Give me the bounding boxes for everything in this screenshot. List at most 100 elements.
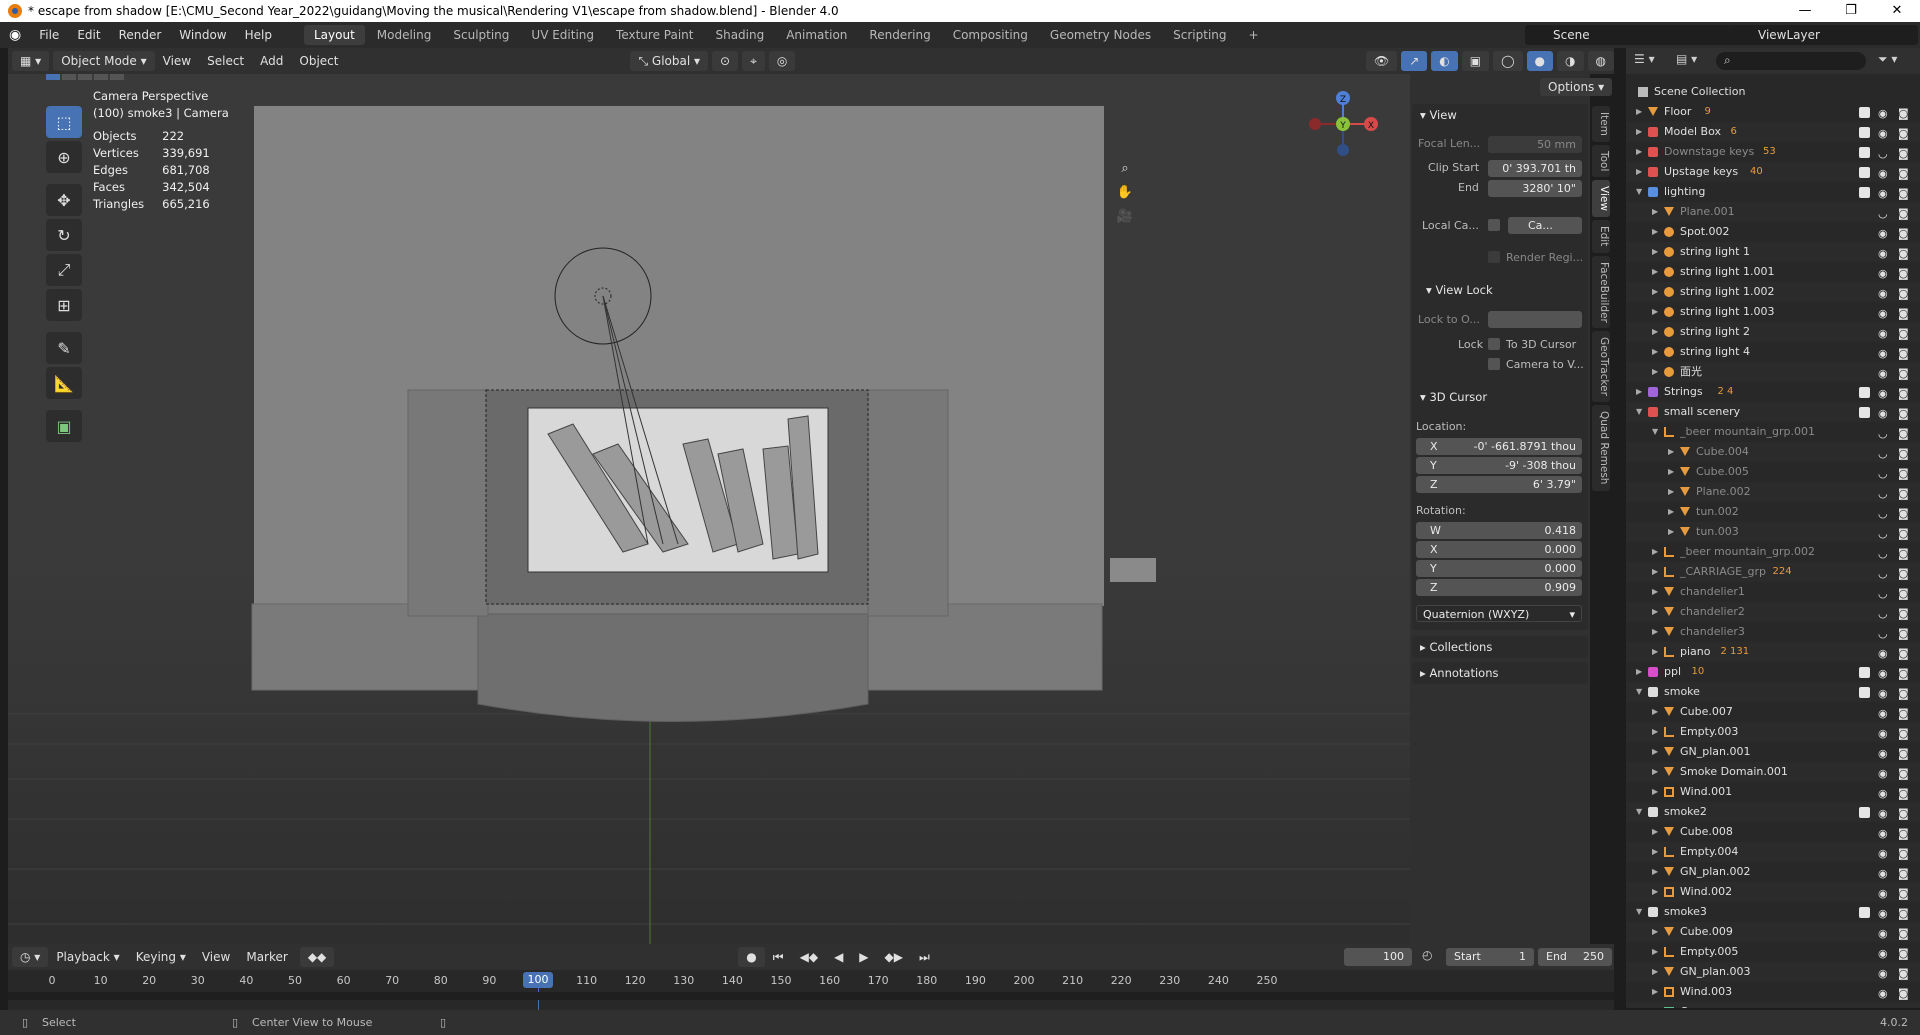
visibility-eye-icon[interactable]: ◉: [1878, 244, 1888, 264]
visibility-eye-icon[interactable]: ◉: [1878, 264, 1888, 284]
exclude-checkbox[interactable]: [1859, 907, 1870, 918]
display-mode-icon[interactable]: ▤ ▾: [1676, 52, 1697, 66]
tab-sculpting[interactable]: Sculpting: [443, 25, 519, 45]
expand-arrow-icon[interactable]: ▶: [1652, 722, 1658, 742]
zoom-icon[interactable]: ⌕: [1114, 158, 1136, 180]
visibility-eye-icon[interactable]: ◉: [1878, 644, 1888, 664]
outliner-row[interactable]: ▶ Cube.005 ◡ ◙: [1626, 462, 1920, 482]
expand-arrow-icon[interactable]: ▶: [1652, 782, 1658, 802]
add-workspace-button[interactable]: +: [1239, 25, 1269, 45]
outliner-row[interactable]: ▶ ppl 10 ◉ ◙: [1626, 662, 1920, 682]
outliner-row[interactable]: ▶ piano 2 131 ◉ ◙: [1626, 642, 1920, 662]
expand-arrow-icon[interactable]: ▶: [1652, 562, 1658, 582]
outliner-row[interactable]: ▶ Plane.002 ◡ ◙: [1626, 482, 1920, 502]
pivot-icon[interactable]: ⊙: [712, 51, 739, 71]
collapse-arrow-icon[interactable]: ▼: [1636, 182, 1642, 202]
render-camera-icon[interactable]: ◙: [1898, 404, 1909, 424]
select-subtract-icon[interactable]: [78, 74, 92, 80]
expand-arrow-icon[interactable]: ▶: [1652, 282, 1658, 302]
expand-arrow-icon[interactable]: ▶: [1636, 122, 1642, 142]
visibility-eye-icon[interactable]: ◡: [1878, 204, 1888, 224]
view-panel-header[interactable]: ▾ View: [1412, 104, 1588, 126]
outliner-row[interactable]: ▶ Upstage keys 40 ◉ ◙: [1626, 162, 1920, 182]
cursor-z-field[interactable]: Z 6' 3.79": [1416, 476, 1582, 493]
solid-shading-icon[interactable]: ●: [1526, 51, 1554, 71]
visibility-eye-icon[interactable]: ◉: [1878, 964, 1888, 984]
render-camera-icon[interactable]: ◙: [1898, 564, 1909, 584]
render-camera-icon[interactable]: ◙: [1898, 584, 1909, 604]
expand-arrow-icon[interactable]: ▶: [1652, 762, 1658, 782]
visibility-eye-icon[interactable]: ◉: [1878, 944, 1888, 964]
visibility-eye-icon[interactable]: ◉: [1878, 344, 1888, 364]
outliner-row[interactable]: ▶ GN_plan.003 ◉ ◙: [1626, 962, 1920, 982]
visibility-eye-icon[interactable]: ◉: [1878, 784, 1888, 804]
expand-arrow-icon[interactable]: ▶: [1652, 942, 1658, 962]
visibility-eye-icon[interactable]: ◉: [1878, 844, 1888, 864]
timeline-ruler[interactable]: 0 10 20 30 40 50 60 70 80 90 100 110 120 130 140 150 160…: [8, 970, 1614, 1010]
material-shading-icon[interactable]: ◑: [1557, 51, 1584, 71]
filter-icon[interactable]: ⏷ ▾: [1878, 52, 1897, 67]
3d-viewport[interactable]: Camera Perspective (100) smoke3 | Camera…: [8, 74, 1410, 944]
expand-arrow-icon[interactable]: ▶: [1636, 662, 1642, 682]
visibility-eye-icon[interactable]: ◉: [1878, 164, 1888, 184]
expand-arrow-icon[interactable]: ▶: [1652, 582, 1658, 602]
outliner-row[interactable]: ▶ chandelier2 ◡ ◙: [1626, 602, 1920, 622]
visibility-eye-icon[interactable]: ◉: [1878, 984, 1888, 1004]
blender-menu-icon[interactable]: ◉: [0, 22, 30, 48]
next-keyframe-icon[interactable]: ◆▶: [877, 947, 911, 967]
tab-quad-remesh[interactable]: Quad Remesh: [1592, 405, 1610, 491]
expand-arrow-icon[interactable]: ▶: [1652, 1002, 1658, 1008]
visibility-eye-icon[interactable]: ◉: [1878, 724, 1888, 744]
render-camera-icon[interactable]: ◙: [1898, 924, 1909, 944]
exclude-checkbox[interactable]: [1859, 127, 1870, 138]
outliner-row[interactable]: ▶ Spot.002 ◉ ◙: [1626, 222, 1920, 242]
gizmo-toggle-icon[interactable]: ↗: [1401, 51, 1428, 71]
menu-render[interactable]: Render: [110, 22, 171, 48]
visibility-eye-icon[interactable]: ◡: [1878, 444, 1888, 464]
play-icon[interactable]: ▶: [851, 947, 876, 967]
render-camera-icon[interactable]: ◙: [1898, 104, 1909, 124]
menu-object[interactable]: Object: [291, 51, 346, 71]
outliner-row[interactable]: ▶ _CARRIAGE_grp 224 ◡ ◙: [1626, 562, 1920, 582]
rotation-w-field[interactable]: W 0.418: [1416, 522, 1582, 539]
exclude-checkbox[interactable]: [1859, 147, 1870, 158]
menu-add[interactable]: Add: [252, 51, 291, 71]
visibility-eye-icon[interactable]: ◉: [1878, 904, 1888, 924]
collapse-arrow-icon[interactable]: ▼: [1636, 802, 1642, 822]
play-reverse-icon[interactable]: ◀: [826, 947, 851, 967]
render-camera-icon[interactable]: ◙: [1898, 124, 1909, 144]
outliner-row[interactable]: ▶ GN_plan.002 ◉ ◙: [1626, 862, 1920, 882]
visibility-eye-icon[interactable]: ◉: [1878, 864, 1888, 884]
outliner-row[interactable]: ▶ Model Box 6 ◉ ◙: [1626, 122, 1920, 142]
tab-animation[interactable]: Animation: [776, 25, 857, 45]
render-camera-icon[interactable]: ◙: [1898, 524, 1909, 544]
clip-start-field[interactable]: 0' 393.701 th: [1488, 160, 1582, 177]
render-camera-icon[interactable]: ◙: [1898, 984, 1909, 1004]
render-camera-icon[interactable]: ◙: [1898, 164, 1909, 184]
lock-to-object-field[interactable]: [1488, 311, 1582, 328]
outliner-row[interactable]: ▶ tun.002 ◡ ◙: [1626, 502, 1920, 522]
render-camera-icon[interactable]: ◙: [1898, 844, 1909, 864]
render-camera-icon[interactable]: ◙: [1898, 504, 1909, 524]
outliner-row[interactable]: ▶ 面光 ◉ ◙: [1626, 362, 1920, 382]
select-new-icon[interactable]: [46, 74, 60, 80]
annotate-tool-icon[interactable]: ✎: [46, 332, 82, 364]
visibility-eye-icon[interactable]: ◉: [1878, 884, 1888, 904]
collapse-arrow-icon[interactable]: ▼: [1636, 902, 1642, 922]
outliner-row[interactable]: ▶ Cube.007 ◉ ◙: [1626, 702, 1920, 722]
overlay-toggle-icon[interactable]: ◐: [1431, 51, 1458, 71]
menu-view[interactable]: View: [155, 51, 199, 71]
editor-type-icon[interactable]: ▦ ▾: [12, 51, 50, 71]
outliner-row[interactable]: ▶ Floor 9 ◉ ◙: [1626, 102, 1920, 122]
render-camera-icon[interactable]: ◙: [1898, 944, 1909, 964]
outliner-row[interactable]: ▶ string light 1.001 ◉ ◙: [1626, 262, 1920, 282]
visibility-eye-icon[interactable]: ◉: [1878, 664, 1888, 684]
outliner-row[interactable]: ▼ smoke ◉ ◙: [1626, 682, 1920, 702]
annotations-panel[interactable]: ▸ Annotations: [1412, 662, 1588, 684]
expand-arrow-icon[interactable]: ▶: [1652, 742, 1658, 762]
mode-dropdown[interactable]: Object Mode ▾: [53, 51, 155, 71]
visibility-eye-icon[interactable]: ◉: [1878, 104, 1888, 124]
menu-file[interactable]: File: [30, 22, 68, 48]
tab-view[interactable]: View: [1592, 180, 1610, 218]
outliner-row[interactable]: ▶ Empty.003 ◉ ◙: [1626, 722, 1920, 742]
